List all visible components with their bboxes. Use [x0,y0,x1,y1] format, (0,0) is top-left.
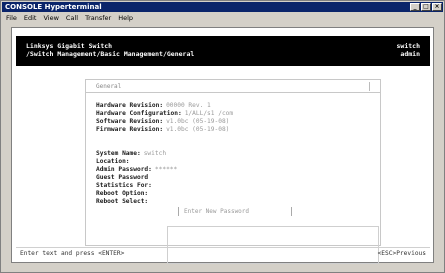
new-password-input[interactable]: Enter New Password [178,207,292,216]
window-title: CONSOLE Hyperterminal [5,3,102,11]
menu-path: /Switch Management/Basic Management/Gene… [26,50,195,58]
field-label: Admin Password: [96,166,152,173]
terminal-screen[interactable]: Linksys Gigabit Switch /Switch Managemen… [11,27,434,264]
field-value: v1.0bc (05-19-08) [166,126,230,133]
field-label: Reboot Select: [96,198,149,205]
maximize-button[interactable]: □ [421,3,431,11]
field-label: Location: [96,158,130,165]
hardware-revision-row: Hardware Revision: 00000 Rev. 1 [96,102,211,110]
system-name-row[interactable]: System Name: switch [96,150,166,158]
window-titlebar: CONSOLE Hyperterminal _ □ × [2,2,443,12]
system-name-field[interactable]: switch [144,150,166,157]
field-label: Statistics For: [96,182,152,189]
firmware-revision-row: Firmware Revision: v1.0bc (05-19-08) [96,126,229,134]
reboot-option-row[interactable]: Reboot Option: [96,190,151,198]
menu-help[interactable]: Help [118,13,133,23]
statistics-row[interactable]: Statistics For: [96,182,155,190]
field-value: 1/ALL/s1 /com [184,110,234,117]
close-button[interactable]: × [432,3,442,11]
field-value: v1.0bc (05-19-08) [166,118,230,125]
terminal-window: CONSOLE Hyperterminal _ □ × File Edit Vi… [0,0,445,273]
admin-password-row[interactable]: Admin Password: ****** [96,166,177,174]
menu-transfer[interactable]: Transfer [85,13,111,23]
menu-call[interactable]: Call [66,13,78,23]
device-name: Linksys Gigabit Switch [26,42,113,50]
general-panel: General Hardware Revision: 00000 Rev. 1 H… [85,79,381,264]
field-label: Software Revision: [96,118,164,125]
panel-divider [369,82,370,91]
field-label: Hardware Revision: [96,102,164,109]
console-header: Linksys Gigabit Switch /Switch Managemen… [16,36,430,66]
guest-password-row[interactable]: Guest Password [96,174,151,182]
admin-password-field[interactable]: ****** [155,166,177,173]
menu-file[interactable]: File [6,13,17,23]
status-bar: Enter text and press <ENTER> <ESC>Previo… [16,247,430,259]
status-hint: Enter text and press <ENTER> [20,250,125,257]
field-label: Firmware Revision: [96,126,164,133]
user-label: admin [400,50,420,58]
menubar: File Edit View Call Transfer Help [2,13,443,23]
system-name-label: switch [396,42,420,50]
field-value: 00000 Rev. 1 [166,102,211,109]
menu-view[interactable]: View [43,13,58,23]
panel-title: General [86,80,380,93]
minimize-button[interactable]: _ [410,3,420,11]
field-label: System Name: [96,150,141,157]
reboot-select-row[interactable]: Reboot Select: [96,198,151,206]
location-row[interactable]: Location: [96,158,133,166]
field-label: Guest Password [96,174,149,181]
field-label: Hardware Configuration: [96,110,182,117]
software-revision-row: Software Revision: v1.0bc (05-19-08) [96,118,229,126]
menu-edit[interactable]: Edit [24,13,37,23]
previous-key-hint[interactable]: <ESC>Previous [378,248,426,260]
window-controls: _ □ × [410,3,442,11]
hardware-config-row: Hardware Configuration: 1/ALL/s1 /com [96,110,233,118]
field-label: Reboot Option: [96,190,149,197]
